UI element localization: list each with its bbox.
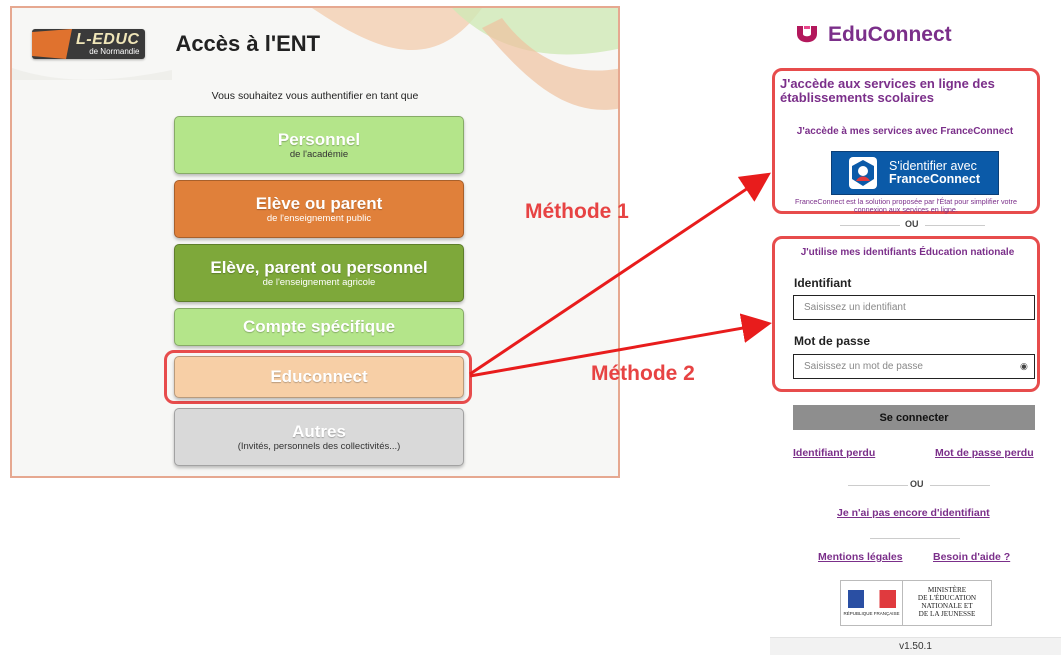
franceconnect-icon <box>849 157 877 189</box>
password-label: Mot de passe <box>794 334 871 348</box>
educonnect-panel: EduConnect J'accède aux services en lign… <box>770 0 1061 655</box>
divider-line <box>925 225 985 226</box>
composite-screenshot: L-EDUC de Normandie Accès à l'ENT Vous s… <box>0 0 1061 655</box>
brand-name: EduConnect <box>828 23 952 46</box>
franceconnect-heading: J'accède aux services en ligne des établ… <box>780 76 995 105</box>
identifiant-input[interactable] <box>793 295 1035 320</box>
no-identifiant-link[interactable]: Je n'ai pas encore d'identifiant <box>837 507 990 519</box>
ministry-text: MINISTÈRE DE L'ÉDUCATION NATIONALE ET DE… <box>903 586 991 619</box>
franceconnect-button-line2: FranceConnect <box>889 172 980 186</box>
educonnect-brand: EduConnect <box>794 22 952 48</box>
ministry-logo: RÉPUBLIQUE FRANÇAISE MINISTÈRE DE L'ÉDUC… <box>840 580 992 626</box>
divider-line <box>848 485 908 486</box>
republique-text: RÉPUBLIQUE FRANÇAISE <box>843 611 900 616</box>
method-2-label: Méthode 2 <box>591 362 695 385</box>
version-footer: v1.50.1 <box>770 637 1061 655</box>
or-separator: OU <box>910 479 924 489</box>
educonnect-logo-icon <box>797 26 817 43</box>
franceconnect-note: FranceConnect est la solution proposée p… <box>795 197 1017 215</box>
show-password-eye-icon[interactable]: ◉ <box>1020 361 1028 372</box>
password-input[interactable] <box>793 354 1035 379</box>
besoin-aide-link[interactable]: Besoin d'aide ? <box>933 551 1010 563</box>
ministry-line: DE LA JEUNESSE <box>918 609 976 618</box>
lost-password-link[interactable]: Mot de passe perdu <box>935 447 1034 459</box>
credentials-heading: J'utilise mes identifiants Éducation nat… <box>800 247 1015 258</box>
mentions-legales-link[interactable]: Mentions légales <box>818 551 903 563</box>
identifiant-label: Identifiant <box>794 276 852 290</box>
franceconnect-button[interactable]: S'identifier avec FranceConnect <box>831 151 999 195</box>
divider-line <box>870 538 960 539</box>
divider-line <box>840 225 900 226</box>
lost-identifiant-link[interactable]: Identifiant perdu <box>793 447 875 459</box>
franceconnect-subheading: J'accède à mes services avec FranceConne… <box>796 126 1014 137</box>
divider-line <box>930 485 990 486</box>
marianne-logo: RÉPUBLIQUE FRANÇAISE <box>841 581 903 625</box>
or-separator: OU <box>905 219 919 229</box>
franceconnect-button-line1: S'identifier avec <box>889 158 977 173</box>
method-1-label: Méthode 1 <box>525 200 629 223</box>
se-connecter-button[interactable]: Se connecter <box>793 405 1035 430</box>
french-flag-icon <box>847 590 896 608</box>
